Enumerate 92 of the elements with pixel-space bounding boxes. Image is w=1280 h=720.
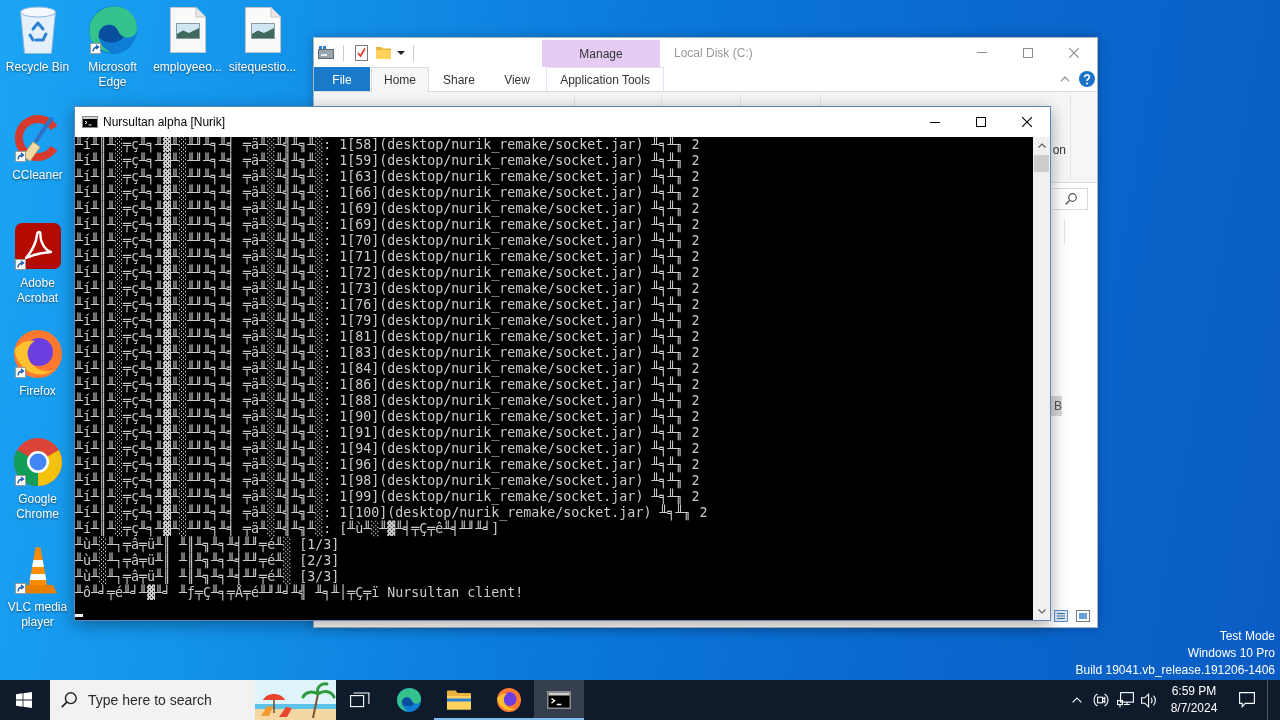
- console-line: ╨ù╨░╨┐╤â╤ü╨║ ╨║╨╗╨╕╨╡╨╜╤é╨░ [2/3]: [75, 553, 340, 569]
- volume-icon[interactable]: [1141, 692, 1157, 708]
- ribbon-tab[interactable]: File: [314, 67, 370, 91]
- search-icon: [1065, 193, 1077, 205]
- close-icon: [1022, 117, 1032, 127]
- console-line: ╨í╨║╨░╤ç╨╕╨▓╨░╨╜╨╕╨╡ ╤ä╨░╨╣╨╗╨░: 1[84](desktop/nurik_remake/socket.jar) ╨╕╨╖ 2: [75, 361, 700, 377]
- scroll-down-icon[interactable]: [1037, 609, 1046, 614]
- edge-icon[interactable]: [397, 688, 421, 712]
- desktop-icon-label[interactable]: sitequestio...: [228, 60, 297, 75]
- chrome-icon[interactable]: [13, 438, 62, 486]
- caret-down-icon[interactable]: [397, 50, 405, 55]
- firefox-icon[interactable]: [497, 688, 521, 712]
- console-line: ╨í╨║╨░╤ç╨╕╨▓╨░╨╜╨╕╨╡ ╤ä╨░╨╣╨╗╨░: 1[72](desktop/nurik_remake/socket.jar) ╨╕╨╖ 2: [75, 265, 700, 281]
- clock-date[interactable]: 8/7/2024: [1170, 700, 1218, 717]
- task-view-icon: [350, 692, 370, 708]
- scrollbar-thumb[interactable]: [1034, 155, 1049, 172]
- close-icon: [1069, 47, 1079, 58]
- console-line: ╨í╨║╨░╤ç╨╕╨▓╨░╨╜╨╕╨╡ ╤ä╨░╨╣╨╗╨░: 1[63](desktop/nurik_remake/socket.jar) ╨╕╨╖ 2: [75, 169, 700, 185]
- console-line: ╨í╨║╨░╤ç╨╕╨▓╨░╨╜╨╕╨╡ ╤ä╨░╨╣╨╗╨░: 1[69](desktop/nurik_remake/socket.jar) ╨╕╨╖ 2: [75, 201, 700, 217]
- drive-icon[interactable]: [318, 46, 334, 59]
- console-line: ╨í╨║╨░╤ç╨╕╨▓╨░╨╜╨╕╨╡ ╤ä╨░╨╣╨╗╨░: 1[76](desktop/nurik_remake/socket.jar) ╨╕╨╖ 2: [75, 297, 700, 313]
- minimize-icon: [930, 121, 940, 123]
- console-line: ╨ù╨░╨┐╤â╤ü╨║ ╨║╨╗╨╕╨╡╨╜╤é╨░ [3/3]: [75, 569, 340, 585]
- file-row[interactable]: B: [1051, 396, 1062, 416]
- edge-icon[interactable]: [88, 6, 137, 54]
- network-icon[interactable]: [1116, 692, 1134, 708]
- console-line: ╨í╨║╨░╤ç╨╕╨▓╨░╨╜╨╕╨╡ ╤ä╨░╨╣╨╗╨░: 1[66](desktop/nurik_remake/socket.jar) ╨╕╨╖ 2: [75, 185, 700, 201]
- console-line: ╨í╨║╨░╤ç╨╕╨▓╨░╨╜╨╕╨╡ ╤ä╨░╨╣╨╗╨░: 1[69](desktop/nurik_remake/socket.jar) ╨╕╨╖ 2: [75, 217, 700, 233]
- desktop-icon-label[interactable]: Google Chrome: [0, 492, 75, 522]
- console-line: ╨í╨║╨░╤ç╨╕╨▓╨░╨╜╨╕╨╡ ╤ä╨░╨╣╨╗╨░: 1[91](desktop/nurik_remake/socket.jar) ╨╕╨╖ 2: [75, 425, 700, 441]
- help-icon[interactable]: [1079, 71, 1095, 87]
- system-notice-text: Build 19041.vb_release.191206-1406: [1075, 662, 1275, 679]
- recycle-bin-icon[interactable]: [17, 6, 58, 54]
- console-line: ╨ô╨╛╤é╨╛╨▓╨╛ ╨ƒ╤Ç╨╕╤Å╤é╨╜╨╛╨╣ ╨╕╨│╤Ç╤ï Nursultan client!: [75, 585, 524, 601]
- desktop-icon-label[interactable]: CCleaner: [12, 168, 63, 183]
- scroll-up-icon[interactable]: [1037, 143, 1046, 148]
- contextual-tab-header: Manage: [542, 40, 660, 67]
- console-line: ╨í╨║╨░╤ç╨╕╨▓╨░╨╜╨╕╨╡ ╤ä╨░╨╣╨╗╨░: 1[58](desktop/nurik_remake/socket.jar) ╨╕╨╖ 2: [75, 137, 700, 153]
- console-line: ╨í╨║╨░╤ç╨╕╨▓╨░╨╜╨╕╨╡ ╤ä╨░╨╣╨╗╨░: 1[81](desktop/nurik_remake/socket.jar) ╨╕╨╖ 2: [75, 329, 700, 345]
- console-line: ╨í╨║╨░╤ç╨╕╨▓╨░╨╜╨╕╨╡ ╤ä╨░╨╣╨╗╨░: 1[96](desktop/nurik_remake/socket.jar) ╨╕╨╖ 2: [75, 457, 700, 473]
- taskbar-app-button[interactable]: [534, 680, 584, 720]
- checklist-icon[interactable]: [355, 44, 368, 61]
- console-icon: [82, 116, 98, 128]
- console-line: ╨í╨║╨░╤ç╨╕╨▓╨░╨╜╨╕╨╡ ╤ä╨░╨╣╨╗╨░: 1[98](desktop/nurik_remake/socket.jar) ╨╕╨╖ 2: [75, 473, 700, 489]
- desktop-icon-label[interactable]: VLC media player: [0, 600, 75, 630]
- windows-logo-icon: [16, 692, 32, 708]
- large-icons-view-icon[interactable]: [1076, 610, 1090, 622]
- ribbon-command-label[interactable]: on: [1052, 143, 1066, 158]
- desktop-icon-label[interactable]: Microsoft Edge: [75, 60, 150, 90]
- search-field[interactable]: Type here to search: [88, 688, 255, 712]
- console-line: ╨í╨║╨░╤ç╨╕╨▓╨░╨╜╨╕╨╡ ╤ä╨░╨╣╨╗╨░: 1[83](desktop/nurik_remake/socket.jar) ╨╕╨╖ 2: [75, 345, 700, 361]
- console-line: ╨í╨║╨░╤ç╨╕╨▓╨░╨╜╨╕╨╡ ╤ä╨░╨╣╨╗╨░: 1[88](desktop/nurik_remake/socket.jar) ╨╕╨╖ 2: [75, 393, 700, 409]
- video-camera-icon[interactable]: [1093, 692, 1109, 708]
- minimize-icon: [977, 52, 987, 53]
- maximize-icon: [1023, 47, 1033, 58]
- acrobat-icon[interactable]: [14, 223, 61, 269]
- console-line: ╨í╨║╨░╤ç╨╕╨▓╨░╨╜╨╕╨╡ ╤ä╨░╨╣╨╗╨░: [╨ù╨░╨▓╨╡╤Ç╤ê╨╡╨╜╨╛]: [75, 521, 500, 537]
- desktop-icon-label[interactable]: Firefox: [19, 384, 56, 399]
- notification-icon[interactable]: [1239, 692, 1255, 708]
- folder-icon[interactable]: [447, 690, 471, 710]
- console-line: ╨í╨║╨░╤ç╨╕╨▓╨░╨╜╨╕╨╡ ╤ä╨░╨╣╨╗╨░: 1[100](desktop/nurik_remake/socket.jar) ╨╕╨╖ 2: [75, 505, 708, 521]
- console-line: ╨í╨║╨░╤ç╨╕╨▓╨░╨╜╨╕╨╡ ╤ä╨░╨╣╨╗╨░: 1[90](desktop/nurik_remake/socket.jar) ╨╕╨╖ 2: [75, 409, 700, 425]
- desktop-icon-label[interactable]: employeeo...: [153, 60, 222, 75]
- system-notice-text: Test Mode: [1219, 628, 1275, 645]
- console-line: ╨í╨║╨░╤ç╨╕╨▓╨░╨╜╨╕╨╡ ╤ä╨░╨╣╨╗╨░: 1[79](desktop/nurik_remake/socket.jar) ╨╕╨╖ 2: [75, 313, 700, 329]
- details-view-icon[interactable]: [1054, 610, 1068, 622]
- window-title: Local Disk (C:): [674, 45, 753, 60]
- desktop-icon-label[interactable]: Adobe Acrobat: [0, 276, 75, 306]
- console-line: ╨ù╨░╨┐╤â╤ü╨║ ╨║╨╗╨╕╨╡╨╜╤é╨░ [1/3]: [75, 537, 340, 553]
- console-line: ╨í╨║╨░╤ç╨╕╨▓╨░╨╜╨╕╨╡ ╤ä╨░╨╣╨╗╨░: 1[94](desktop/nurik_remake/socket.jar) ╨╕╨╖ 2: [75, 441, 700, 457]
- console-icon[interactable]: [547, 691, 571, 709]
- console-line: ╨í╨║╨░╤ç╨╕╨▓╨░╨╜╨╕╨╡ ╤ä╨░╨╣╨╗╨░: 1[86](desktop/nurik_remake/socket.jar) ╨╕╨╖ 2: [75, 377, 700, 393]
- search-field[interactable]: [1053, 188, 1088, 210]
- console-line: ╨í╨║╨░╤ç╨╕╨▓╨░╨╜╨╕╨╡ ╤ä╨░╨╣╨╗╨░: 1[71](desktop/nurik_remake/socket.jar) ╨╕╨╖ 2: [75, 249, 700, 265]
- console-line: ╨í╨║╨░╤ç╨╕╨▓╨░╨╜╨╕╨╡ ╤ä╨░╨╣╨╗╨░: 1[73](desktop/nurik_remake/socket.jar) ╨╕╨╖ 2: [75, 281, 700, 297]
- ribbon-tab[interactable]: Home: [371, 67, 429, 92]
- text-cursor: [75, 614, 83, 617]
- image-file-icon[interactable]: [169, 7, 206, 53]
- firefox-icon[interactable]: [13, 330, 62, 378]
- console-line: ╨í╨║╨░╤ç╨╕╨▓╨░╨╜╨╕╨╡ ╤ä╨░╨╣╨╗╨░: 1[59](desktop/nurik_remake/socket.jar) ╨╕╨╖ 2: [75, 153, 700, 169]
- desktop-icon-label[interactable]: Recycle Bin: [5, 60, 70, 75]
- image-file-icon[interactable]: [244, 7, 281, 53]
- system-notice-text: Windows 10 Pro: [1187, 645, 1275, 662]
- maximize-icon: [976, 117, 986, 127]
- window-title: Nursultan alpha [Nurik]: [103, 115, 226, 129]
- clock-time[interactable]: 6:59 PM: [1171, 683, 1217, 700]
- search-box[interactable]: Type here to search: [50, 680, 336, 720]
- ribbon-tab[interactable]: Application Tools: [546, 67, 665, 91]
- search-icon: [61, 692, 77, 708]
- console-line: ╨í╨║╨░╤ç╨╕╨▓╨░╨╜╨╕╨╡ ╤ä╨░╨╣╨╗╨░: 1[99](desktop/nurik_remake/socket.jar) ╨╕╨╖ 2: [75, 489, 700, 505]
- console-line: ╨í╨║╨░╤ç╨╕╨▓╨░╨╜╨╕╨╡ ╤ä╨░╨╣╨╗╨░: 1[70](desktop/nurik_remake/socket.jar) ╨╕╨╖ 2: [75, 233, 700, 249]
- scrollbar[interactable]: [1033, 137, 1050, 620]
